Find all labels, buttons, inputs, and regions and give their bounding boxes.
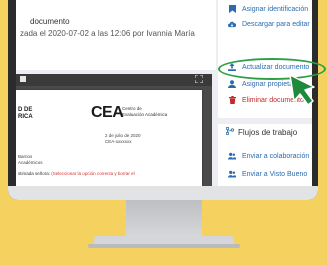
user-icon (228, 80, 236, 88)
action-assign-id[interactable]: Asignar identificación (228, 2, 308, 16)
cloud-download-icon (228, 20, 236, 28)
monitor-stand-neck (126, 200, 202, 238)
trash-icon (228, 96, 236, 104)
action-label: Descargar para editar (242, 20, 310, 28)
salutation-text: stimada señora: (18, 171, 51, 176)
page-salutation: stimada señora: (Seleccionar la opción c… (18, 171, 135, 176)
workflow-send-collaboration[interactable]: Enviar a colaboración (228, 149, 309, 163)
page-date: 2 de julio de 2020 CEA-xxxxxxx (105, 133, 141, 144)
users-icon (228, 170, 236, 178)
page-recipient: Barrios Académicos (18, 154, 43, 165)
screen: documento zada el 2020-07-02 a las 12:06… (16, 0, 312, 186)
monitor-stand-shadow (88, 244, 240, 248)
bookmark-icon (228, 5, 236, 13)
section-divider (218, 118, 312, 124)
action-label: Asignar identificación (242, 5, 309, 13)
pointer-arrow-icon (289, 74, 315, 106)
workflows-title-label: Flujos de trabajo (238, 127, 298, 137)
monitor-chin (8, 186, 318, 200)
action-download[interactable]: Descargar para editar (228, 17, 310, 31)
viewer-toolbar (16, 74, 212, 86)
workflow-label: Enviar a Visto Bueno (242, 170, 308, 178)
monitor-frame: documento zada el 2020-07-02 a las 12:06… (8, 0, 326, 200)
workflows-title: Flujos de trabajo (225, 126, 298, 137)
users-icon (228, 152, 236, 160)
expand-icon[interactable] (194, 74, 204, 85)
workflow-send-approval[interactable]: Enviar a Visto Bueno (228, 167, 307, 181)
cea-logo-text: CEA (91, 104, 124, 121)
cea-logo-fulltext: Centro de Evaluación Académica (122, 106, 168, 117)
workflow-label: Enviar a colaboración (242, 152, 310, 160)
document-meta: zada el 2020-07-02 a las 12:06 por Ivann… (20, 29, 195, 38)
document-viewer: D DE RICA CEA Centro de Evaluación Acadé… (16, 74, 212, 186)
document-title: documento (30, 17, 70, 26)
workflow-icon (225, 126, 235, 137)
salutation-note: (Seleccionar la opción correcta y borrar… (51, 171, 135, 176)
document-page: D DE RICA CEA Centro de Evaluación Acadé… (16, 90, 202, 186)
page-left-header: D DE RICA (18, 107, 33, 120)
viewer-tab-icon[interactable] (20, 76, 26, 82)
document-header: documento zada el 2020-07-02 a las 12:06… (16, 0, 216, 70)
